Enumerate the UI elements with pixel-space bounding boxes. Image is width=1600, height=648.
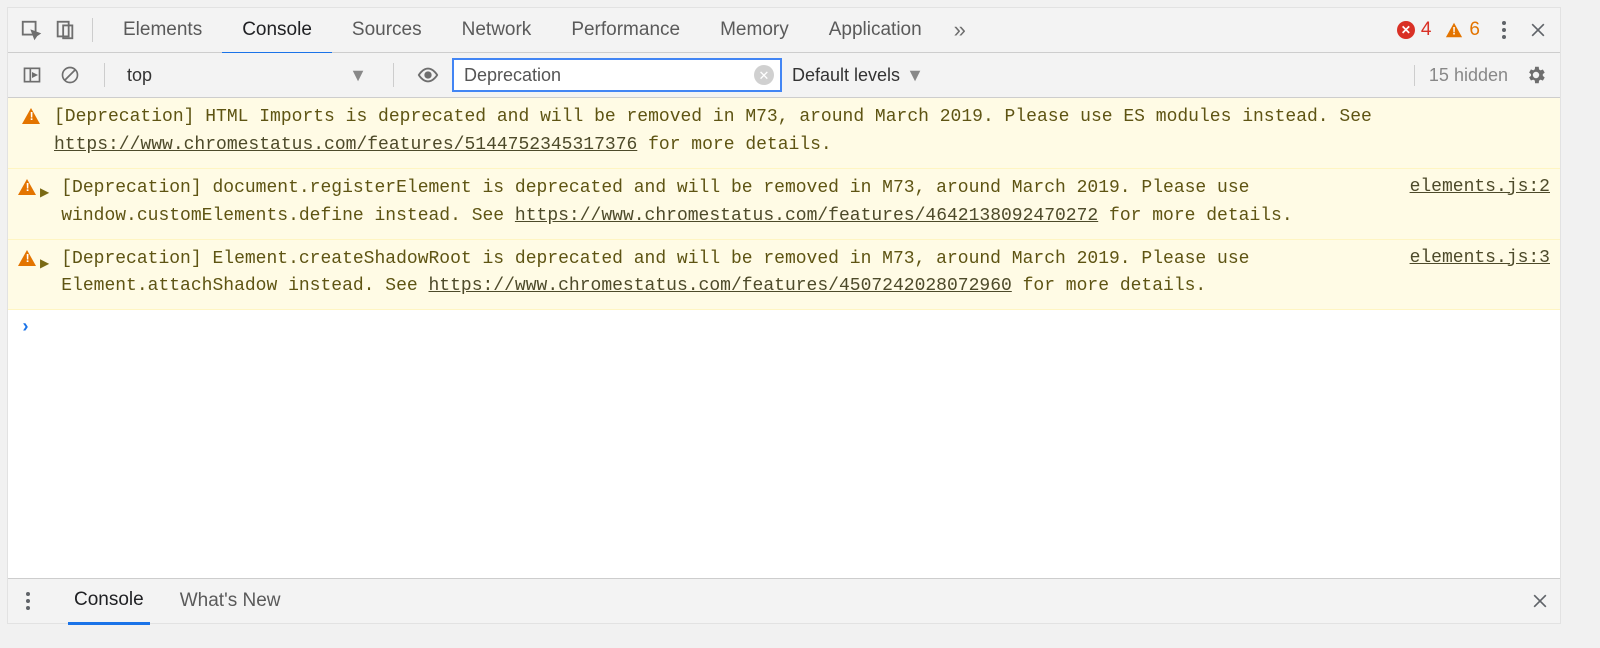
message-link[interactable]: https://www.chromestatus.com/features/46… — [515, 206, 1098, 226]
console-toolbar: top ▼ Deprecation ✕ Default levels ▼ 15 … — [8, 53, 1560, 98]
chevron-down-icon: ▼ — [906, 65, 924, 86]
tab-network[interactable]: Network — [442, 8, 552, 52]
clear-filter-icon[interactable]: ✕ — [754, 65, 774, 85]
console-warning-row: [Deprecation] HTML Imports is deprecated… — [8, 98, 1560, 169]
warning-icon — [22, 108, 40, 124]
drawer-tab-whatsnew[interactable]: What's New — [174, 579, 287, 623]
tab-memory[interactable]: Memory — [700, 8, 809, 52]
tab-sources[interactable]: Sources — [332, 8, 442, 52]
live-expression-icon[interactable] — [414, 53, 442, 97]
clear-console-icon[interactable] — [56, 53, 84, 97]
hidden-messages-label[interactable]: 15 hidden — [1414, 65, 1508, 86]
gear-icon[interactable] — [1522, 53, 1550, 97]
inspect-icon[interactable] — [14, 8, 48, 52]
sidebar-toggle-icon[interactable] — [18, 53, 46, 97]
prompt-chevron-icon: › — [20, 318, 31, 338]
drawer-menu-icon[interactable] — [18, 592, 38, 610]
message-source-link[interactable]: elements.js:3 — [1410, 246, 1550, 268]
console-warning-row: ▶ [Deprecation] Element.createShadowRoot… — [8, 240, 1560, 311]
warning-icon — [1446, 23, 1462, 37]
divider — [104, 63, 105, 87]
tabs-overflow-icon[interactable]: » — [942, 8, 978, 52]
chevron-down-icon: ▼ — [349, 65, 367, 86]
tab-elements[interactable]: Elements — [103, 8, 222, 52]
divider — [393, 63, 394, 87]
error-icon: ✕ — [1397, 21, 1415, 39]
warning-count: 6 — [1469, 19, 1480, 41]
warning-icon — [18, 179, 36, 195]
drawer-tab-console[interactable]: Console — [68, 578, 150, 625]
message-link[interactable]: https://www.chromestatus.com/features/45… — [429, 276, 1012, 296]
context-label: top — [127, 65, 152, 86]
close-devtools-button[interactable] — [1528, 20, 1548, 40]
warning-icon — [18, 250, 36, 266]
divider — [92, 18, 93, 42]
warning-status[interactable]: 6 — [1445, 19, 1480, 41]
console-warning-row: ▶ [Deprecation] document.registerElement… — [8, 169, 1560, 240]
expand-icon[interactable]: ▶ — [40, 179, 51, 200]
devtools-panel: Elements Console Sources Network Perform… — [8, 8, 1560, 623]
drawer-bar: Console What's New — [8, 578, 1560, 623]
device-toggle-icon[interactable] — [48, 8, 82, 52]
close-drawer-button[interactable] — [1530, 591, 1550, 611]
main-tabs: Elements Console Sources Network Perform… — [103, 8, 978, 52]
tab-console[interactable]: Console — [222, 8, 332, 55]
error-status[interactable]: ✕ 4 — [1397, 19, 1432, 41]
message-text: [Deprecation] document.registerElement i… — [61, 175, 1399, 231]
filter-input[interactable]: Deprecation ✕ — [452, 58, 782, 92]
expand-icon[interactable]: ▶ — [40, 250, 51, 271]
message-text: [Deprecation] HTML Imports is deprecated… — [54, 104, 1550, 160]
log-level-selector[interactable]: Default levels ▼ — [792, 65, 924, 86]
error-count: 4 — [1421, 19, 1432, 41]
levels-label: Default levels — [792, 65, 900, 86]
console-prompt[interactable]: › — [8, 310, 1560, 346]
tab-performance[interactable]: Performance — [551, 8, 700, 52]
context-selector[interactable]: top ▼ — [125, 65, 373, 86]
console-messages: [Deprecation] HTML Imports is deprecated… — [8, 98, 1560, 578]
main-tab-bar: Elements Console Sources Network Perform… — [8, 8, 1560, 53]
menu-icon[interactable] — [1494, 21, 1514, 39]
message-link[interactable]: https://www.chromestatus.com/features/51… — [54, 135, 637, 155]
message-source-link[interactable]: elements.js:2 — [1410, 175, 1550, 197]
message-text: [Deprecation] Element.createShadowRoot i… — [61, 246, 1399, 302]
filter-value: Deprecation — [464, 65, 561, 86]
tab-application[interactable]: Application — [809, 8, 942, 52]
